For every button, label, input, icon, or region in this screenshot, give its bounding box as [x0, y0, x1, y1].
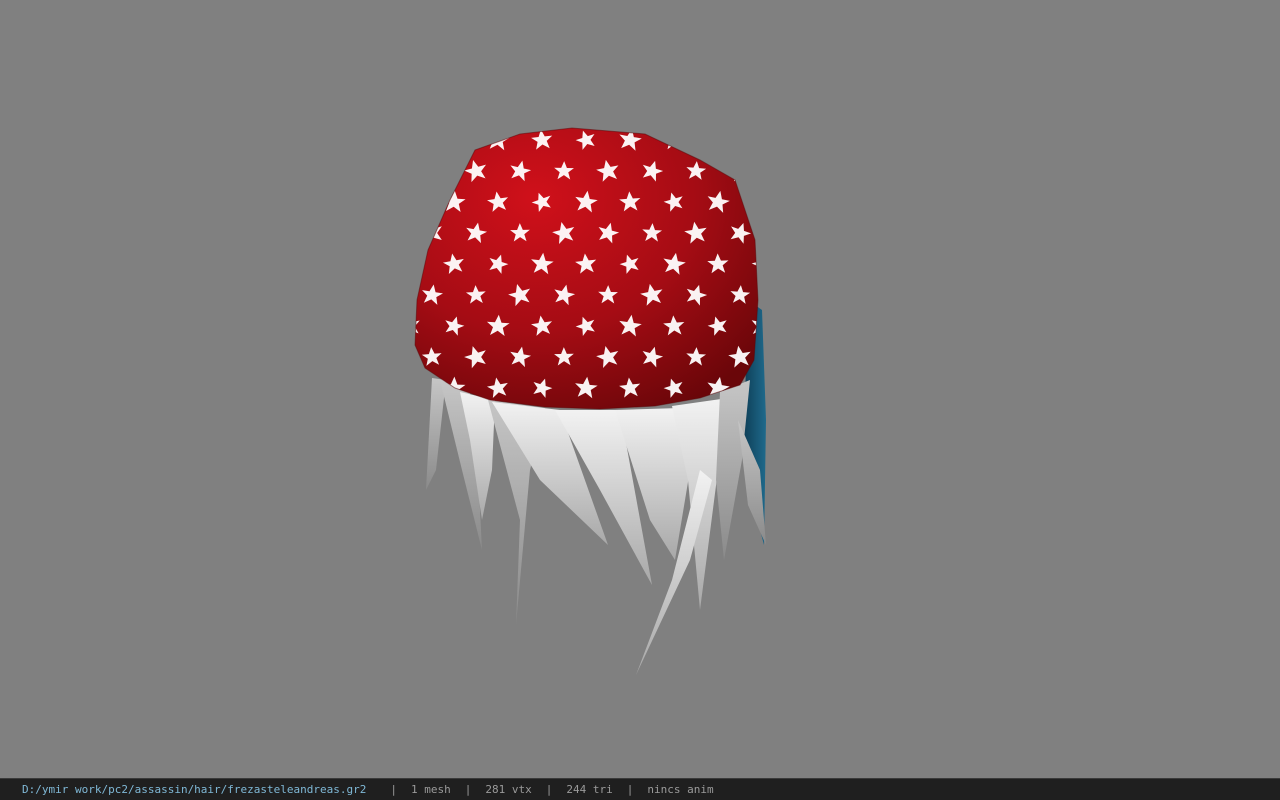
animation-status: nincs anim [647, 783, 714, 796]
3d-viewport[interactable] [0, 0, 1280, 778]
separator: | [390, 783, 397, 796]
mesh-count: 1 mesh [411, 783, 451, 796]
hair-model-render [414, 127, 766, 675]
status-bar: D:/ymir work/pc2/assassin/hair/frezastel… [0, 778, 1280, 800]
file-path: D:/ymir work/pc2/assassin/hair/frezastel… [22, 783, 367, 796]
triangle-count: 244 tri [566, 783, 613, 796]
bandana-cap [414, 127, 759, 410]
hair-strands [426, 378, 766, 675]
separator: | [626, 783, 634, 796]
separator: | [464, 783, 472, 796]
vertex-count: 281 vtx [485, 783, 532, 796]
separator: | [545, 783, 553, 796]
